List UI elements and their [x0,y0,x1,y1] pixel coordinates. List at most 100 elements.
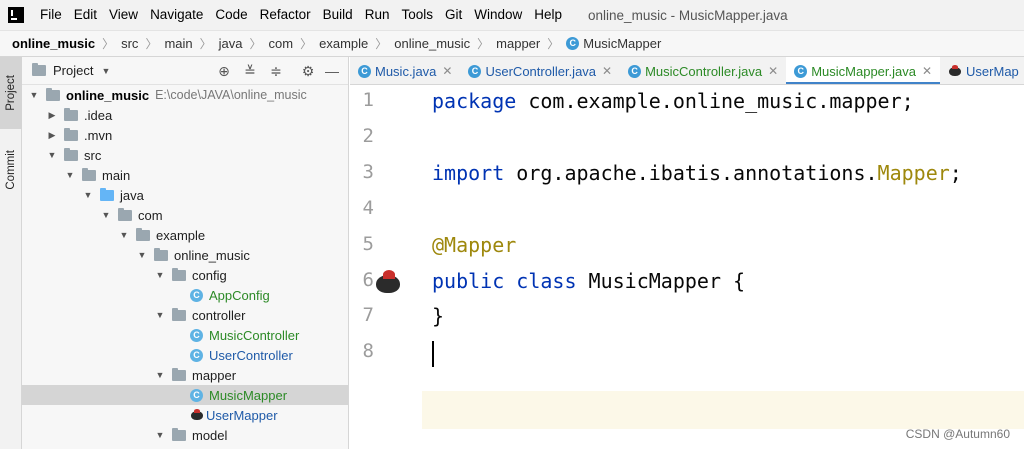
tree-item-label: java [120,187,144,203]
java-class-icon: C [190,388,203,402]
line-number: 7 [362,304,374,326]
editor-tab-bar: C Music.java ✕ C UserController.java ✕ C… [350,57,1024,85]
tab-label: Music.java [375,63,437,79]
tree-item-main[interactable]: ▼ main [22,165,348,185]
chevron-down-icon[interactable]: ▼ [100,210,112,220]
tree-item-controller[interactable]: ▼ controller [22,305,348,325]
tab-music-java[interactable]: C Music.java ✕ [350,57,460,84]
chevron-down-icon[interactable]: ▼ [118,230,130,240]
menu-git[interactable]: Git [439,0,468,30]
tree-item-config[interactable]: ▼ config [22,265,348,285]
breadcrumb-src[interactable]: src [121,36,138,51]
package-icon [172,367,186,381]
expand-all-icon[interactable]: ≚ [242,63,258,79]
tree-item-label: mapper [192,367,237,383]
mybatis-bird-icon [190,409,204,421]
tree-item-usercontroller[interactable]: C UserController [22,345,348,365]
folder-icon [64,127,78,141]
tree-item-com[interactable]: ▼ com [22,205,348,225]
chevron-down-icon[interactable]: ▼ [64,170,76,180]
breadcrumb-com[interactable]: com [269,36,294,51]
commit-tool-tab[interactable]: Commit [0,139,22,201]
intellij-logo-icon [8,7,24,23]
close-icon[interactable]: ✕ [602,64,612,78]
java-class-icon: C [566,37,580,50]
tree-item-src[interactable]: ▼ src [22,145,348,165]
tree-root-path: E:\code\JAVA\online_music [155,88,307,102]
breadcrumb-example[interactable]: example [319,36,368,51]
chevron-down-icon[interactable]: ▼ [154,270,166,280]
code-keyword: package [432,89,517,113]
close-icon[interactable]: ✕ [922,64,932,78]
breadcrumb-java[interactable]: java [219,36,243,51]
tree-item-idea[interactable]: ▶ .idea [22,105,348,125]
menu-build[interactable]: Build [317,0,359,30]
tree-item-musicmapper[interactable]: C MusicMapper [22,385,348,405]
tree-item-appconfig[interactable]: C AppConfig [22,285,348,305]
breadcrumb-main[interactable]: main [164,36,192,51]
tree-item-model[interactable]: ▼ model [22,425,348,445]
menu-edit[interactable]: Edit [68,0,103,30]
menu-view[interactable]: View [103,0,144,30]
tab-usercontroller-java[interactable]: C UserController.java ✕ [460,57,620,84]
chevron-down-icon[interactable]: ▼ [28,90,40,100]
chevron-right-icon[interactable]: ▶ [46,110,58,121]
tree-item-example[interactable]: ▼ example [22,225,348,245]
gear-icon[interactable]: ⚙ [300,63,316,79]
locate-icon[interactable]: ⊕ [216,63,232,79]
package-icon [172,307,186,321]
menu-window[interactable]: Window [468,0,528,30]
breadcrumb-separator-icon: 〉 [145,37,158,51]
menu-file[interactable]: File [34,0,68,30]
menu-code[interactable]: Code [209,0,253,30]
hide-panel-icon[interactable]: — [324,63,340,79]
chevron-down-icon[interactable]: ▼ [46,150,58,160]
chevron-down-icon[interactable]: ▼ [82,190,94,200]
text-caret [432,341,434,367]
chevron-down-icon[interactable]: ▼ [101,66,110,76]
tab-usermapper-java[interactable]: UserMap [940,57,1024,84]
breadcrumb-project[interactable]: online_music [12,36,95,51]
package-icon [118,207,132,221]
package-icon [172,267,186,281]
tree-item-java[interactable]: ▼ java [22,185,348,205]
breadcrumb-mapper[interactable]: mapper [496,36,540,51]
breadcrumb-online-music[interactable]: online_music [394,36,470,51]
mybatis-gutter-icon[interactable] [373,270,403,296]
menu-navigate[interactable]: Navigate [144,0,209,30]
tree-item-label: src [84,147,102,163]
menu-refactor[interactable]: Refactor [254,0,317,30]
collapse-all-icon[interactable]: ≑ [268,63,284,79]
chevron-right-icon[interactable]: ▶ [46,130,58,141]
close-icon[interactable]: ✕ [442,64,452,78]
chevron-down-icon[interactable]: ▼ [136,250,148,260]
tree-item-label: online_music [174,247,250,263]
project-panel-header: Project ▼ ⊕ ≚ ≑ ⚙ — [22,57,348,85]
project-tool-tab[interactable]: Project [0,57,22,129]
tab-musiccontroller-java[interactable]: C MusicController.java ✕ [620,57,786,84]
tree-item-label: MusicMapper [209,387,288,403]
tree-root-online-music[interactable]: ▼ online_music E:\code\JAVA\online_music [22,85,348,105]
tree-item-online-music[interactable]: ▼ online_music [22,245,348,265]
menu-help[interactable]: Help [528,0,568,30]
code-text: ; [949,161,962,185]
menu-tools[interactable]: Tools [395,0,439,30]
tree-item-mvn[interactable]: ▶ .mvn [22,125,348,145]
breadcrumb-musicmapper[interactable]: MusicMapper [583,36,661,51]
chevron-down-icon[interactable]: ▼ [154,310,166,320]
folder-icon [64,107,78,121]
project-view-selector[interactable]: Project [53,63,93,78]
tab-musicmapper-java[interactable]: C MusicMapper.java ✕ [786,57,941,84]
menu-run[interactable]: Run [359,0,396,30]
line-number: 6 [362,269,374,291]
watermark: CSDN @Autumn60 [905,427,1010,441]
close-icon[interactable]: ✕ [768,64,778,78]
package-icon [172,427,186,441]
menu-bar: File Edit View Navigate Code Refactor Bu… [0,0,1024,30]
tree-item-musiccontroller[interactable]: C MusicController [22,325,348,345]
chevron-down-icon[interactable]: ▼ [154,370,166,380]
chevron-down-icon[interactable]: ▼ [154,430,166,440]
tree-item-mapper[interactable]: ▼ mapper [22,365,348,385]
tree-item-label: example [156,227,206,243]
tree-item-usermapper[interactable]: UserMapper [22,405,348,425]
